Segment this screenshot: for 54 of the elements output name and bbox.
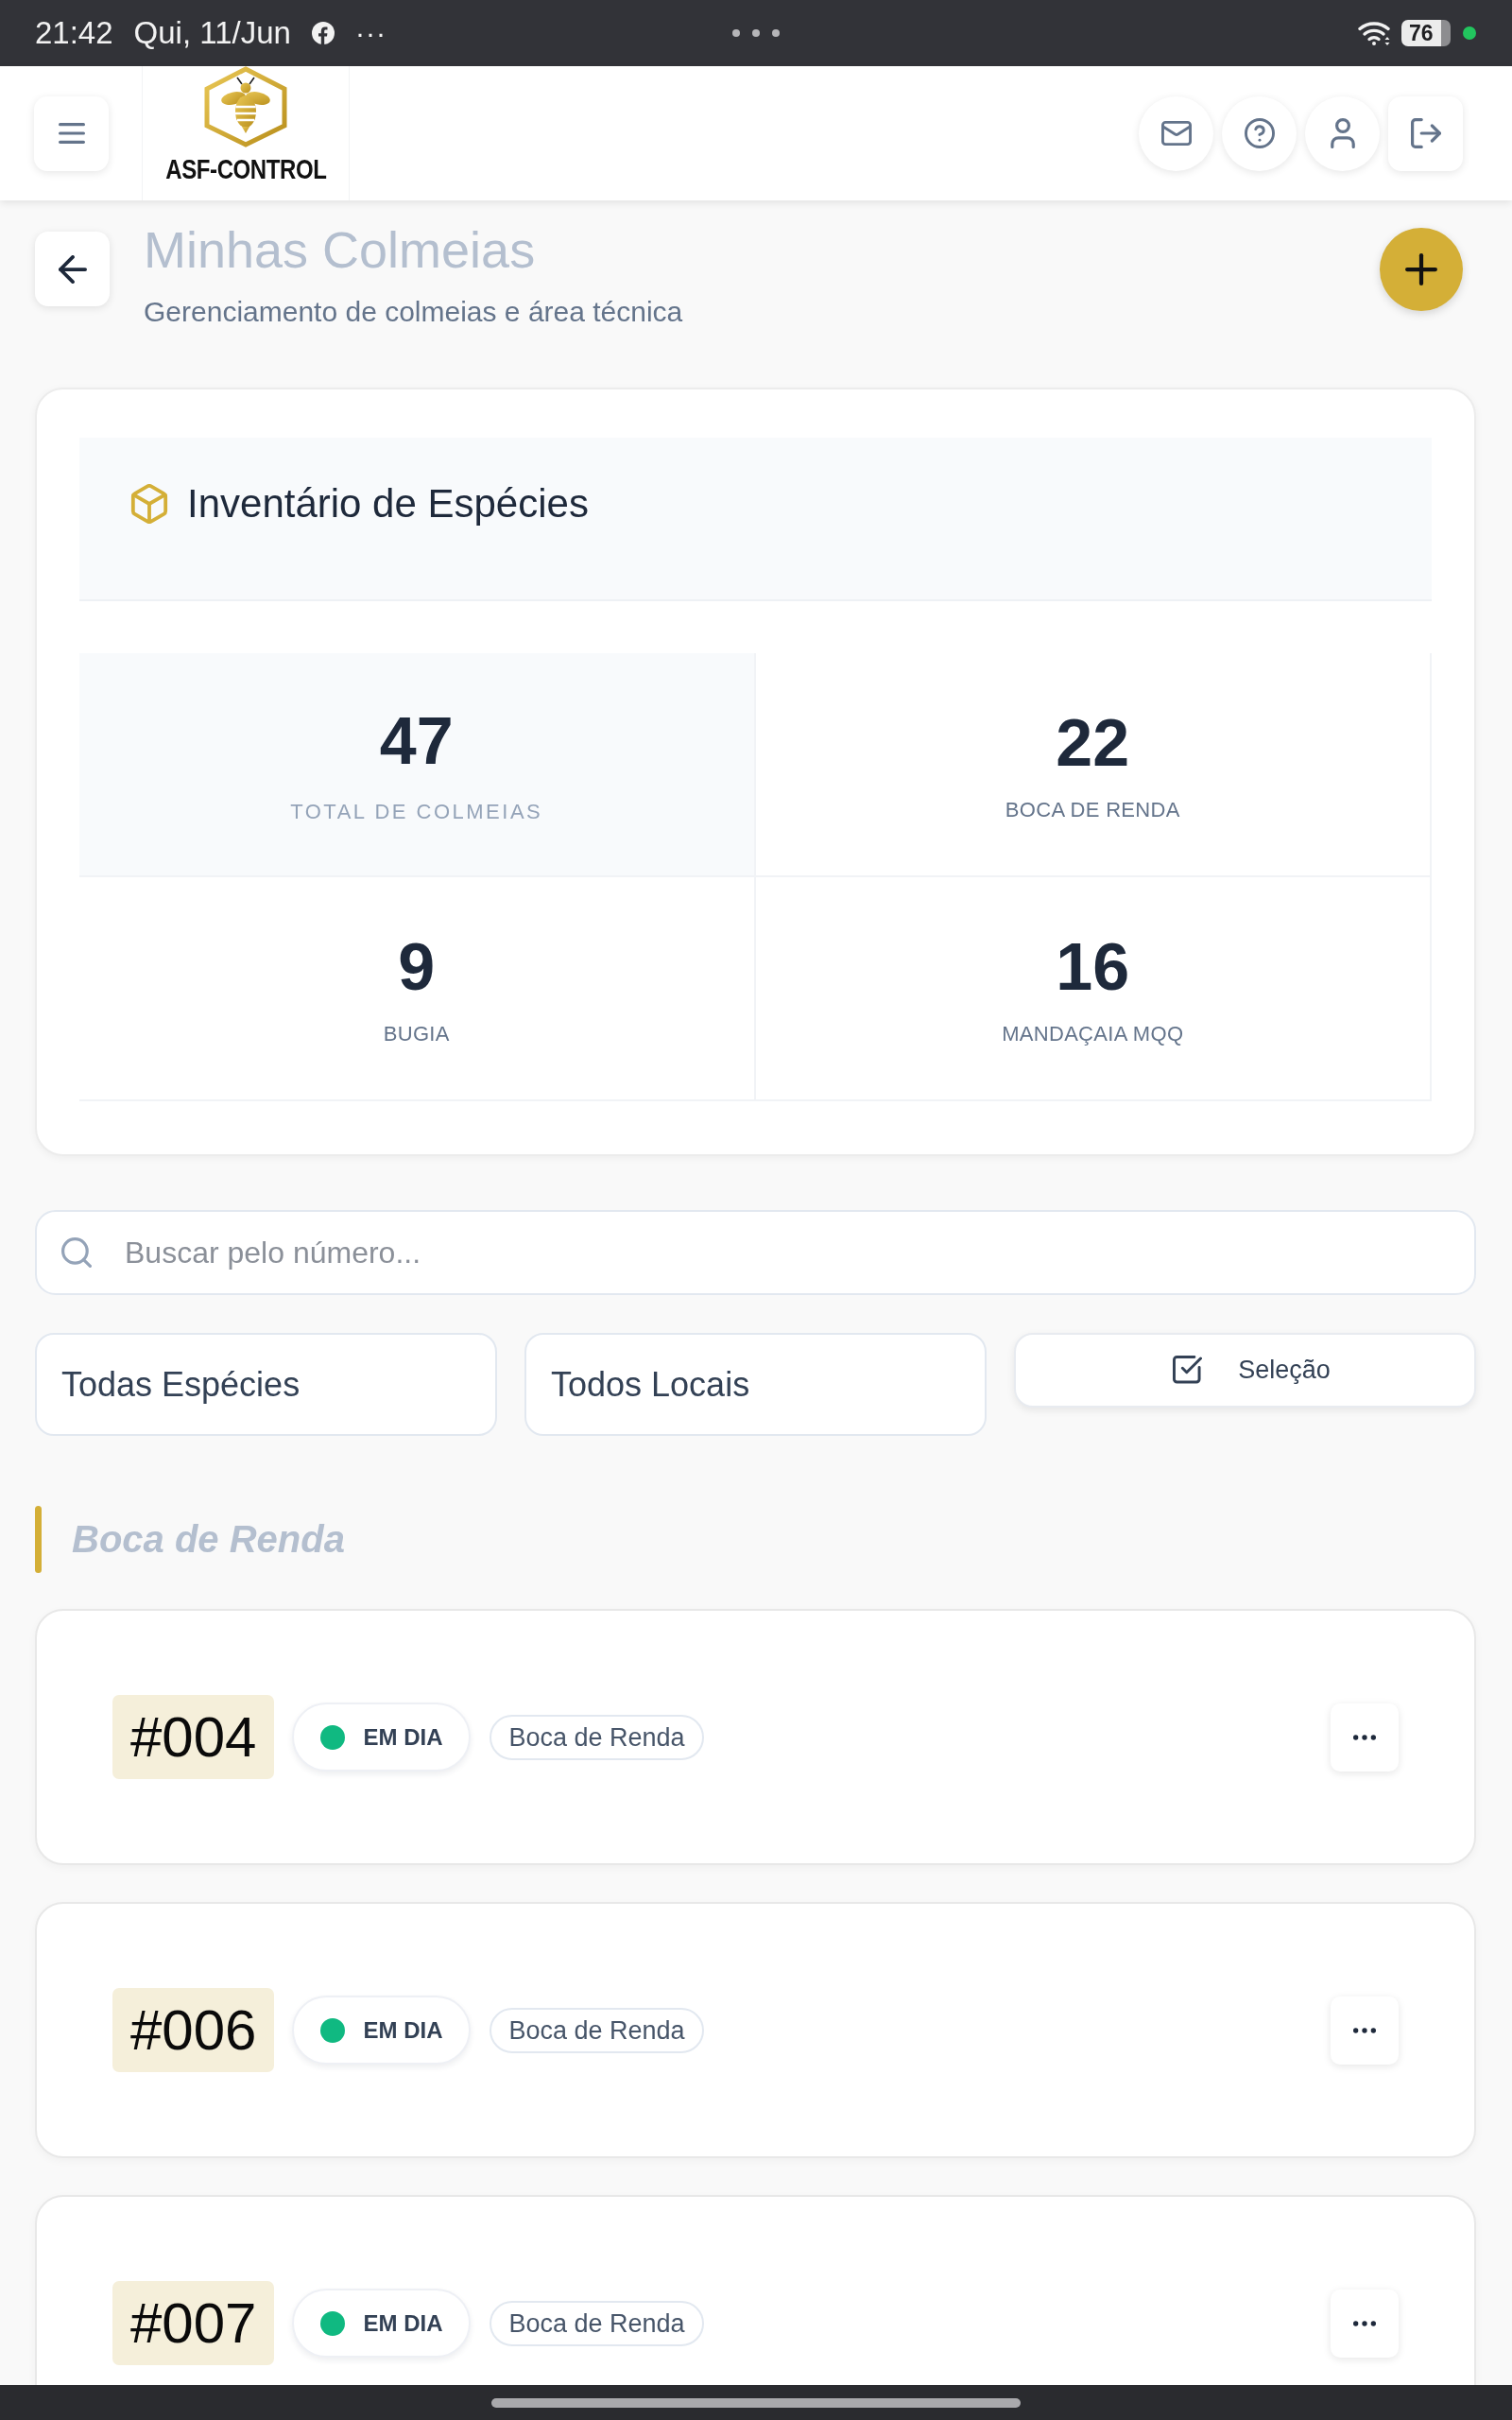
status-label: EM DIA: [363, 2016, 443, 2044]
stat-label: TOTAL DE COLMEIAS: [290, 798, 543, 825]
status-label: EM DIA: [363, 1723, 443, 1751]
stat-label: BOCA DE RENDA: [1005, 796, 1180, 823]
species-tag: Boca de Renda: [490, 1714, 704, 1760]
menu-icon: [58, 123, 85, 144]
stat-value: 22: [1056, 704, 1130, 781]
stat-value: 47: [379, 702, 454, 779]
more-dots-icon: [1353, 1734, 1376, 1740]
mail-icon: [1160, 118, 1192, 148]
more-dots-icon: [1353, 2027, 1376, 2033]
hive-number: #006: [112, 1988, 275, 2072]
help-button[interactable]: [1222, 95, 1297, 171]
page-title: Minhas Colmeias: [144, 220, 537, 280]
filter-select[interactable]: Todas Espécies: [35, 1333, 497, 1436]
filter-select[interactable]: Todos Locais: [524, 1333, 987, 1436]
search-field[interactable]: Buscar pelo número...: [35, 1210, 1476, 1295]
add-button[interactable]: [1380, 228, 1463, 311]
stat-label: MANDAÇAIA MQQ: [1002, 1020, 1184, 1047]
logout-button[interactable]: [1388, 95, 1463, 171]
hive-number: #004: [112, 1695, 275, 1779]
stat-value: 16: [1056, 928, 1130, 1005]
selection-button[interactable]: Seleção: [1014, 1333, 1476, 1408]
status-label: EM DIA: [363, 2309, 443, 2337]
inventory-title: Inventário de Espécies: [187, 480, 589, 527]
back-button[interactable]: [35, 232, 110, 306]
status-dot-icon: [1463, 26, 1476, 40]
plus-icon: [1405, 253, 1437, 285]
page-subtitle: Gerenciamento de colmeias e área técnica: [144, 295, 683, 329]
search-icon: [61, 1237, 92, 1268]
hive-number: #007: [112, 2281, 275, 2365]
stat-value: 9: [398, 928, 436, 1005]
profile-button[interactable]: [1305, 95, 1380, 171]
more-dots-icon: [1353, 2320, 1376, 2326]
window-dots-icon: [731, 29, 780, 37]
help-icon: [1244, 118, 1275, 148]
cube-icon: [130, 483, 168, 524]
mail-button[interactable]: [1139, 95, 1213, 171]
menu-button[interactable]: [34, 95, 109, 171]
logout-icon: [1410, 118, 1441, 148]
section-title: Boca de Renda: [72, 1518, 345, 1561]
species-tag: Boca de Renda: [490, 2300, 704, 2346]
wifi-icon: [1358, 20, 1392, 46]
battery-indicator: 76: [1401, 20, 1451, 46]
check-square-icon: [1173, 1356, 1203, 1385]
stat-label: BUGIA: [383, 1020, 450, 1047]
status-time: 21:42: [35, 15, 113, 51]
species-tag: Boca de Renda: [490, 2007, 704, 2053]
f-circle-icon: [311, 22, 335, 44]
notification-overflow: ···: [354, 17, 387, 49]
home-indicator[interactable]: [491, 2397, 1021, 2408]
status-date: Qui, 11/Jun: [133, 15, 291, 51]
logo-text: ASF-CONTROL: [164, 156, 327, 182]
section-accent-bar: [35, 1506, 42, 1573]
